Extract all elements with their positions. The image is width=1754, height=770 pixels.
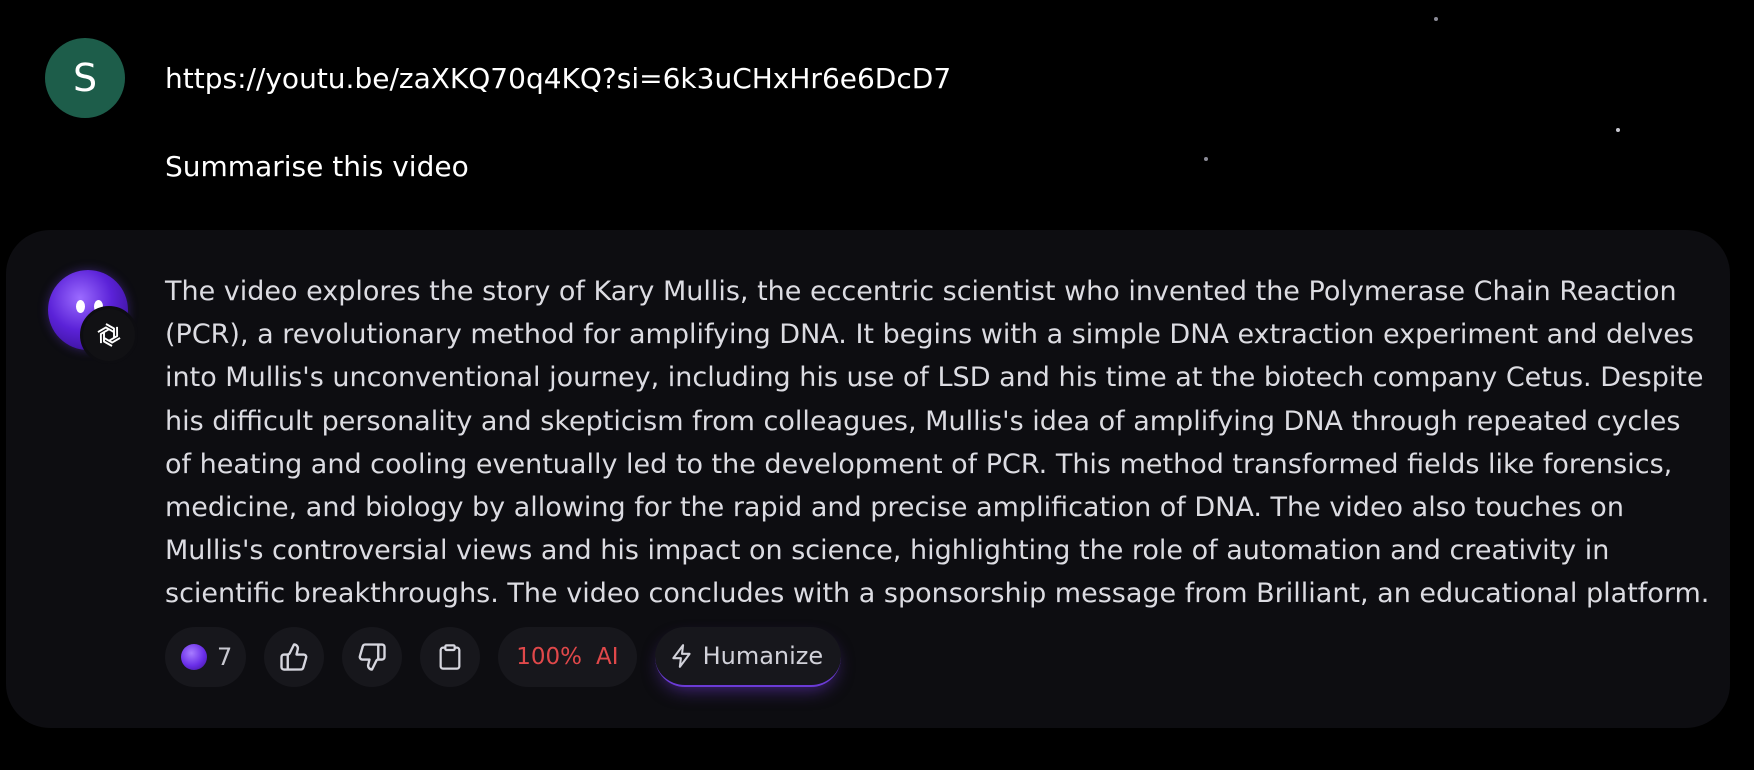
assistant-response-text: The video explores the story of Kary Mul… <box>165 276 1710 610</box>
openai-logo-icon <box>80 306 138 364</box>
humanize-button[interactable]: Humanize <box>654 627 842 687</box>
clipboard-icon <box>439 644 461 670</box>
user-message-prompt: Summarise this video <box>165 150 469 183</box>
avatar-eye-left <box>76 300 85 313</box>
humanize-label: Humanize <box>702 642 824 670</box>
ai-percent: 100% <box>516 644 583 670</box>
user-avatar: S <box>45 38 125 118</box>
like-button[interactable] <box>264 627 325 687</box>
credits-count: 7 <box>217 643 233 671</box>
ai-detection-score[interactable]: 100% AI <box>498 627 637 687</box>
thumbs-up-icon <box>280 643 308 671</box>
ai-label: AI <box>596 644 619 670</box>
dislike-button[interactable] <box>342 627 403 687</box>
user-message: S https://youtu.be/zaXKQ70q4KQ?si=6k3uCH… <box>0 0 1754 210</box>
chat-view: S https://youtu.be/zaXKQ70q4KQ?si=6k3uCH… <box>0 0 1754 770</box>
assistant-message-card: The video explores the story of Kary Mul… <box>6 230 1730 728</box>
copy-button[interactable] <box>420 627 481 687</box>
lightning-bolt-icon <box>671 644 691 668</box>
thumbs-down-icon <box>358 643 386 671</box>
user-message-url[interactable]: https://youtu.be/zaXKQ70q4KQ?si=6k3uCHxH… <box>165 62 951 95</box>
message-actions-bar: 7 100% AI Humanize <box>165 627 842 687</box>
credit-orb-icon <box>181 644 207 670</box>
credits-badge[interactable]: 7 <box>165 627 247 687</box>
